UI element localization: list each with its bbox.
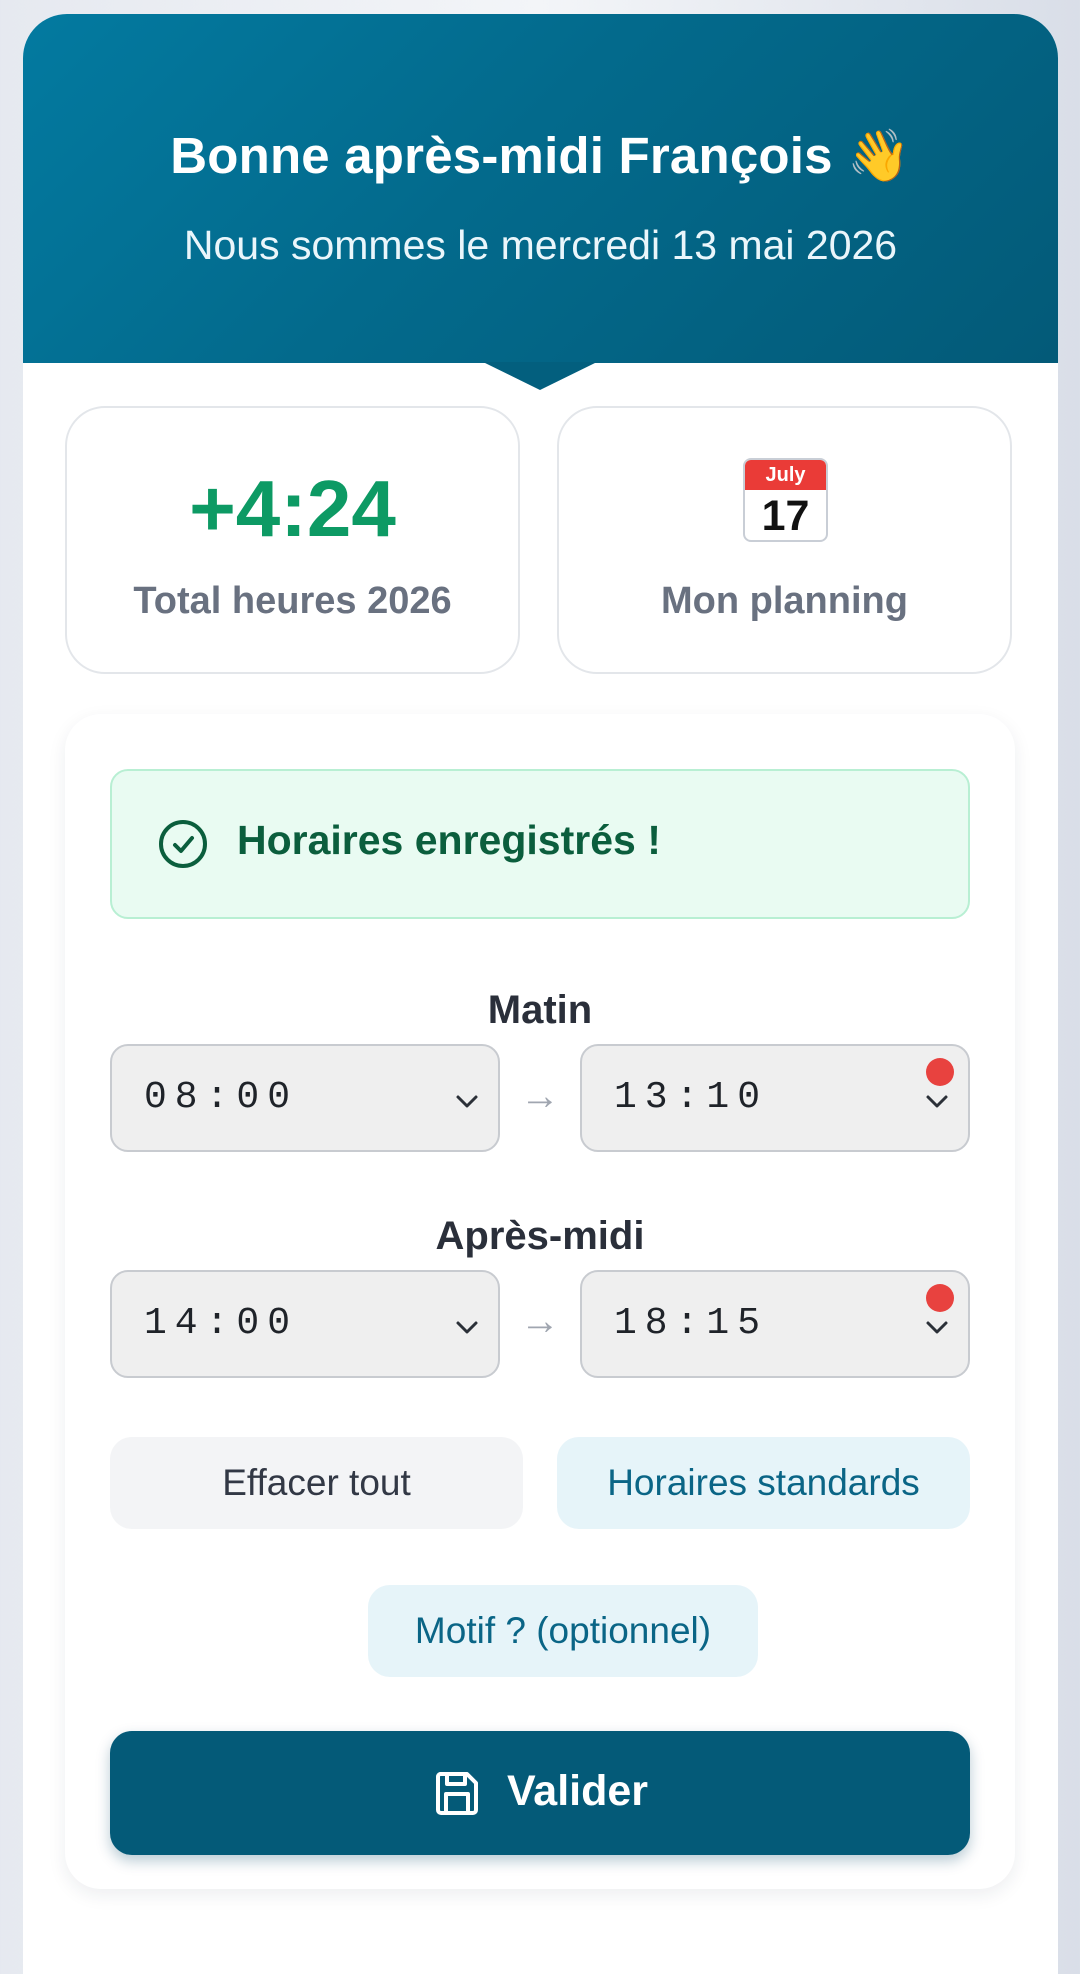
app-card: Bonne après-midi François 👋 Nous sommes … <box>23 14 1058 1974</box>
afternoon-end-value: 18:15 <box>614 1302 769 1345</box>
chevron-down-icon <box>456 1095 478 1108</box>
header-pointer <box>483 362 597 390</box>
time-entry-form: Horaires enregistrés ! Matin 08:00 → 13:… <box>65 714 1015 1889</box>
changed-indicator-dot <box>926 1058 954 1086</box>
total-hours-card[interactable]: +4:24 Total heures 2026 <box>65 406 520 674</box>
changed-indicator-dot <box>926 1284 954 1312</box>
planning-card[interactable]: July 17 Mon planning <box>557 406 1012 674</box>
afternoon-start-value: 14:00 <box>144 1302 299 1345</box>
total-hours-value: +4:24 <box>189 464 396 553</box>
afternoon-title: Après-midi <box>435 1214 645 1258</box>
success-message: Horaires enregistrés ! <box>237 817 661 863</box>
submit-button[interactable]: Valider <box>110 1731 970 1855</box>
morning-title: Matin <box>487 988 593 1032</box>
greeting-title: Bonne après-midi François 👋 <box>170 127 911 184</box>
morning-end-select[interactable]: 13:10 <box>580 1044 970 1152</box>
check-circle-icon <box>159 820 207 868</box>
header: Bonne après-midi François 👋 Nous sommes … <box>23 14 1058 363</box>
afternoon-end-select[interactable]: 18:15 <box>580 1270 970 1378</box>
total-hours-label: Total heures 2026 <box>133 580 452 622</box>
calendar-icon: July 17 <box>743 458 828 542</box>
date-text: Nous sommes le mercredi 13 mai 2026 <box>183 222 898 268</box>
morning-arrow: → <box>520 1074 560 1118</box>
calendar-month: July <box>745 460 826 490</box>
chevron-down-icon <box>926 1321 948 1334</box>
submit-label: Valider <box>507 1767 649 1815</box>
standard-hours-button[interactable]: Horaires standards <box>557 1437 970 1529</box>
chevron-down-icon <box>456 1321 478 1334</box>
morning-start-select[interactable]: 08:00 <box>110 1044 500 1152</box>
planning-label: Mon planning <box>661 580 908 622</box>
clear-all-button[interactable]: Effacer tout <box>110 1437 523 1529</box>
morning-start-value: 08:00 <box>144 1076 299 1119</box>
morning-end-value: 13:10 <box>614 1076 769 1119</box>
calendar-day: 17 <box>761 492 810 540</box>
afternoon-start-select[interactable]: 14:00 <box>110 1270 500 1378</box>
save-icon <box>436 1772 478 1815</box>
afternoon-arrow: → <box>520 1299 560 1343</box>
success-banner: Horaires enregistrés ! <box>110 769 970 919</box>
reason-button[interactable]: Motif ? (optionnel) <box>368 1585 758 1677</box>
chevron-down-icon <box>926 1095 948 1108</box>
